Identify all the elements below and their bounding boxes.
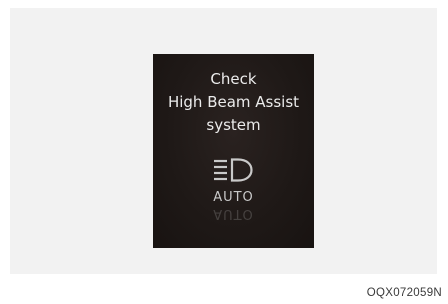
warning-message-line-1: Check — [210, 70, 257, 88]
auto-label-reflection: AUTO — [213, 206, 254, 221]
figure-code: OQX072059N — [366, 287, 442, 299]
high-beam-assist-icon — [214, 158, 253, 182]
instrument-cluster-display: Check High Beam Assist system AUTO AUTO — [153, 54, 314, 248]
illustration-panel: Check High Beam Assist system AUTO AUTO — [10, 8, 437, 274]
auto-indicator: AUTO AUTO — [153, 190, 314, 230]
warning-message-line-3: system — [206, 116, 261, 134]
warning-message: Check High Beam Assist system — [153, 68, 314, 137]
warning-message-line-2: High Beam Assist — [167, 93, 300, 111]
auto-label: AUTO — [213, 190, 254, 205]
